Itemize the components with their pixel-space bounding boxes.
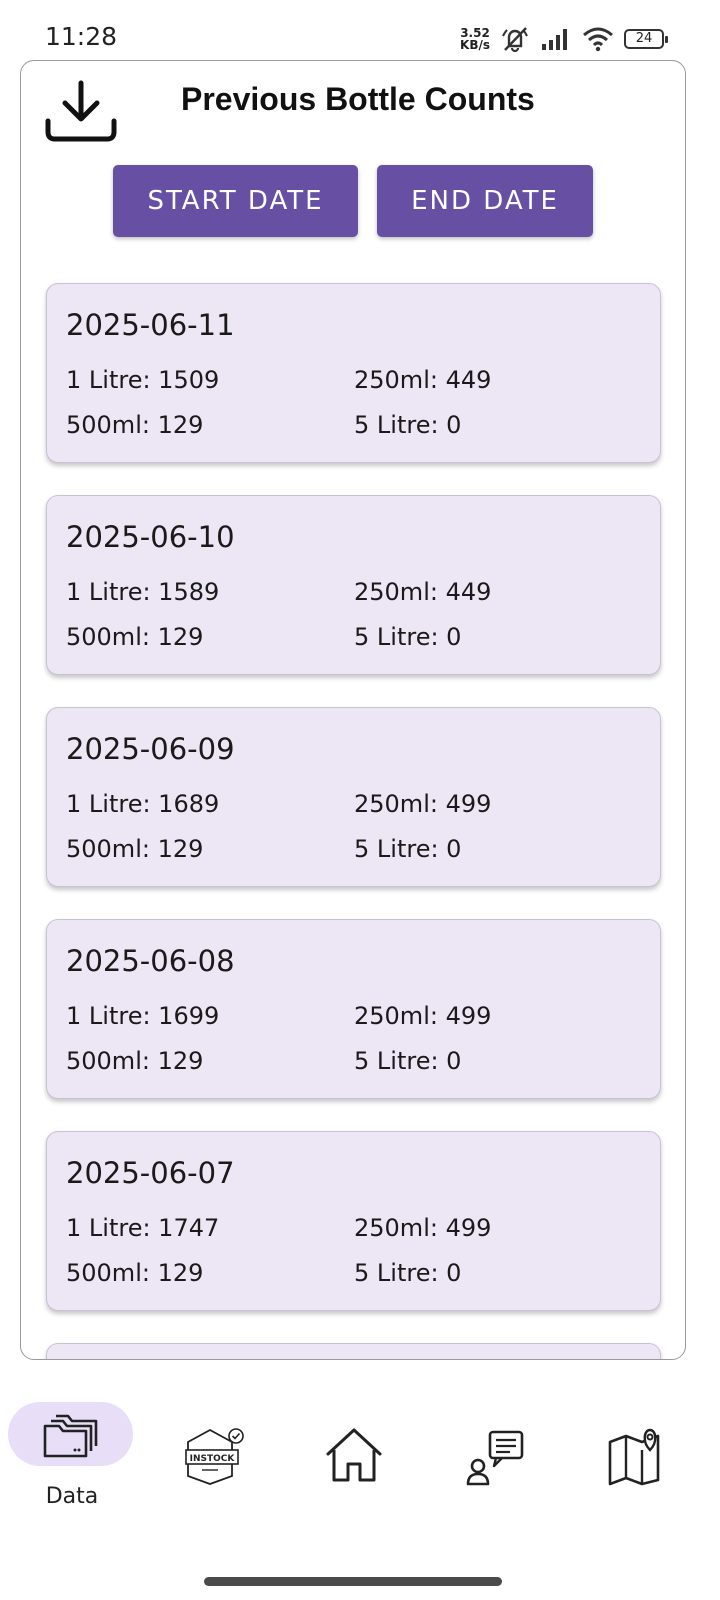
record-date: 2025-06-08: [66, 944, 235, 978]
end-date-button[interactable]: END DATE: [377, 165, 593, 237]
nav-item-chat[interactable]: [432, 1380, 576, 1520]
count-1-litre: 1 Litre: 1509: [66, 366, 220, 394]
status-bar: 11:28 3.52 KB/s 24: [0, 0, 720, 60]
count-250ml: 250ml: 499: [354, 790, 492, 818]
previous-counts-panel: Previous Bottle Counts START DATE END DA…: [20, 60, 686, 1360]
record-date: 2025-06-10: [66, 520, 235, 554]
record-card: 2025-06-08 1 Litre: 1699 250ml: 499 500m…: [46, 919, 661, 1099]
instock-badge-text: INSTOCK: [190, 1454, 236, 1464]
count-250ml: 250ml: 449: [354, 578, 492, 606]
records-list[interactable]: 2025-06-11 1 Litre: 1509 250ml: 449 500m…: [46, 283, 661, 1359]
count-5-litre: 5 Litre: 0: [354, 835, 462, 863]
record-card: 2025-06-10 1 Litre: 1589 250ml: 449 500m…: [46, 495, 661, 675]
map-pin-icon: [608, 1428, 660, 1486]
wifi-icon: [583, 27, 613, 52]
count-5-litre: 5 Litre: 0: [354, 1259, 462, 1287]
nav-item-map[interactable]: [576, 1380, 720, 1520]
chat-person-icon: [466, 1430, 524, 1486]
folders-icon: [43, 1414, 98, 1458]
record-card: 2025-06-09 1 Litre: 1689 250ml: 499 500m…: [46, 707, 661, 887]
signal-icon: [542, 29, 567, 50]
record-card: 2025-06-07 1 Litre: 1747 250ml: 499 500m…: [46, 1131, 661, 1311]
home-icon: [326, 1428, 382, 1482]
count-500ml: 500ml: 129: [66, 1047, 204, 1075]
count-1-litre: 1 Litre: 1747: [66, 1214, 220, 1242]
download-button[interactable]: [45, 77, 117, 145]
network-speed-unit: KB/s: [460, 38, 490, 52]
record-date: 2025-06-11: [66, 308, 235, 342]
page-title: Previous Bottle Counts: [181, 81, 535, 117]
count-5-litre: 5 Litre: 0: [354, 1047, 462, 1075]
start-date-button[interactable]: START DATE: [113, 165, 358, 237]
nav-item-home[interactable]: [288, 1380, 432, 1520]
battery-indicator: 24: [624, 29, 668, 49]
network-speed: 3.52 KB/s: [460, 27, 490, 51]
gesture-home-indicator[interactable]: [204, 1577, 502, 1586]
count-250ml: 250ml: 449: [354, 366, 492, 394]
status-icons: 3.52 KB/s 24: [460, 22, 668, 56]
nav-item-data[interactable]: Data: [0, 1380, 144, 1520]
download-icon: [45, 80, 117, 142]
count-500ml: 500ml: 129: [66, 1259, 204, 1287]
nav-label: Data: [45, 1484, 99, 1509]
count-1-litre: 1 Litre: 1589: [66, 578, 220, 606]
record-date: 2025-06-07: [66, 1156, 235, 1190]
bottom-navigation: Data INSTOCK: [0, 1380, 720, 1520]
count-1-litre: 1 Litre: 1699: [66, 1002, 220, 1030]
count-250ml: 250ml: 499: [354, 1002, 492, 1030]
count-250ml: 250ml: 499: [354, 1214, 492, 1242]
record-card: 2025-06-11 1 Litre: 1509 250ml: 449 500m…: [46, 283, 661, 463]
record-card-partial: [46, 1343, 661, 1359]
record-date: 2025-06-09: [66, 732, 235, 766]
vibrate-off-icon: [502, 27, 528, 53]
count-500ml: 500ml: 129: [66, 835, 204, 863]
instock-badge-icon: INSTOCK: [185, 1428, 244, 1485]
count-5-litre: 5 Litre: 0: [354, 623, 462, 651]
count-1-litre: 1 Litre: 1689: [66, 790, 220, 818]
count-5-litre: 5 Litre: 0: [354, 411, 462, 439]
count-500ml: 500ml: 129: [66, 623, 204, 651]
status-time: 11:28: [45, 22, 118, 51]
count-500ml: 500ml: 129: [66, 411, 204, 439]
nav-item-instock[interactable]: INSTOCK: [144, 1380, 288, 1520]
